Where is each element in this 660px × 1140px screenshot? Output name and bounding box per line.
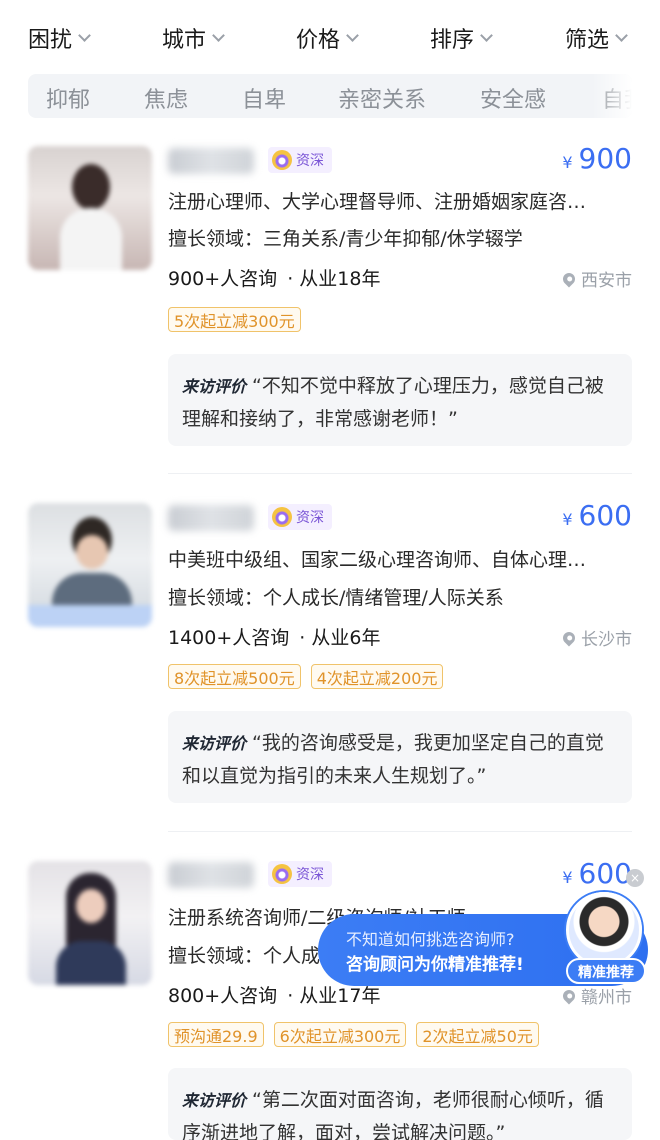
filter-screen[interactable]: 筛选 xyxy=(565,22,628,54)
city-name: 长沙市 xyxy=(581,630,632,650)
price: ¥600 xyxy=(562,499,632,532)
counselor-stats: 900+人咨询 · 从业18年 xyxy=(168,264,380,291)
counselor-stats: 1400+人咨询 · 从业6年 xyxy=(168,623,380,650)
city-name: 西安市 xyxy=(581,271,632,291)
consult-count: 900+人咨询 xyxy=(168,268,278,290)
card-divider xyxy=(168,831,632,832)
crown-badge-icon xyxy=(272,150,292,170)
client-review: 来访评价 “我的咨询感受是，我更加坚定自己的直觉和以直觉为指引的未来人生规划了。” xyxy=(168,711,632,803)
promo-list: 8次起立减500元 4次起立减200元 xyxy=(168,664,444,689)
badge-label: 资深 xyxy=(296,510,324,526)
crown-badge-icon xyxy=(272,864,292,884)
tag-low-self-esteem[interactable]: 自卑 xyxy=(242,82,286,114)
advisor-avatar[interactable] xyxy=(566,892,642,968)
avatar xyxy=(28,503,152,627)
precise-recommend-button[interactable]: 精准推荐 xyxy=(566,958,646,984)
experience-years: · 从业18年 xyxy=(287,268,381,290)
topic-tag-bar[interactable]: 抑郁 焦虑 自卑 亲密关系 安全感 自我 xyxy=(28,74,632,118)
tag-depression[interactable]: 抑郁 xyxy=(46,82,90,114)
promo-tag: 预沟通29.9 xyxy=(168,1022,264,1047)
qualifications: 注册心理师、大学心理督导师、注册婚姻家庭咨… xyxy=(168,191,587,213)
banner-cta: 咨询顾问为你精准推荐! xyxy=(346,955,524,975)
price-value: 900 xyxy=(578,142,632,175)
crown-badge-icon xyxy=(272,507,292,527)
currency-symbol: ¥ xyxy=(562,868,573,887)
promo-tag: 8次起立减500元 xyxy=(168,664,301,689)
card-divider xyxy=(168,473,632,474)
qualifications: 中美班中级组、国家二级心理咨询师、自体心理… xyxy=(168,549,587,571)
chevron-down-icon xyxy=(346,29,359,42)
client-review: 来访评价 “第二次面对面咨询，老师很耐心倾听，循序渐进地了解，面对，尝试解决问题。… xyxy=(168,1068,632,1140)
counselor-name-blurred xyxy=(168,862,254,888)
currency-symbol: ¥ xyxy=(562,153,573,172)
experience-years: · 从业6年 xyxy=(299,627,381,649)
price-value: 600 xyxy=(578,499,632,532)
filter-price[interactable]: 价格 xyxy=(296,22,359,54)
specialty-field: 擅长领域：三角关系/青少年抑郁/休学辍学 xyxy=(168,228,523,250)
price-value: 600 xyxy=(578,857,632,890)
tag-bar-fade xyxy=(592,74,632,118)
promo-tag: 5次起立减300元 xyxy=(168,307,301,332)
tag-intimate-relationship[interactable]: 亲密关系 xyxy=(338,82,426,114)
filter-price-label: 价格 xyxy=(296,28,341,53)
currency-symbol: ¥ xyxy=(562,510,573,529)
filter-trouble-label: 困扰 xyxy=(28,28,73,53)
filter-screen-label: 筛选 xyxy=(565,28,610,53)
client-review: 来访评价 “不知不觉中释放了心理压力，感觉自己被理解和接纳了，非常感谢老师！” xyxy=(168,354,632,446)
chevron-down-icon xyxy=(212,29,225,42)
senior-badge: 资深 xyxy=(268,861,332,887)
location: 长沙市 xyxy=(560,625,632,650)
location-pin-icon xyxy=(560,629,578,646)
promo-tag: 4次起立减200元 xyxy=(310,664,444,689)
banner-question: 不知道如何挑选咨询师? xyxy=(346,930,515,949)
filter-city-label: 城市 xyxy=(162,28,207,53)
close-icon[interactable]: × xyxy=(626,869,644,887)
senior-badge: 资深 xyxy=(268,147,332,173)
filter-city[interactable]: 城市 xyxy=(162,22,225,54)
filter-bar: 困扰 城市 价格 排序 筛选 xyxy=(0,0,660,76)
review-label: 来访评价 xyxy=(182,734,247,753)
filter-sort-label: 排序 xyxy=(430,28,475,53)
promo-list: 5次起立减300元 xyxy=(168,307,301,332)
chevron-down-icon xyxy=(78,29,91,42)
avatar xyxy=(28,146,152,270)
counselor-name-blurred xyxy=(168,505,254,531)
senior-badge: 资深 xyxy=(268,504,332,530)
chevron-down-icon xyxy=(615,29,628,42)
price: ¥900 xyxy=(562,142,632,175)
specialty-field: 擅长领域：个人成长/情绪管理/人际关系 xyxy=(168,587,504,609)
filter-sort[interactable]: 排序 xyxy=(430,22,493,54)
consult-count: 800+人咨询 xyxy=(168,985,278,1007)
location-pin-icon xyxy=(560,987,578,1004)
specialty-field: 擅长领域：个人成长 xyxy=(168,945,340,967)
city-name: 赣州市 xyxy=(581,988,632,1008)
promo-list: 预沟通29.9 6次起立减300元 2次起立减50元 xyxy=(168,1022,539,1047)
tag-anxiety[interactable]: 焦虑 xyxy=(144,82,188,114)
avatar xyxy=(28,861,152,985)
tag-security[interactable]: 安全感 xyxy=(480,82,546,114)
badge-label: 资深 xyxy=(296,153,324,169)
location: 西安市 xyxy=(560,266,632,291)
consult-count: 1400+人咨询 xyxy=(168,627,290,649)
counselor-name-blurred xyxy=(168,148,254,174)
location: 赣州市 xyxy=(560,983,632,1008)
location-pin-icon xyxy=(560,270,578,287)
review-label: 来访评价 xyxy=(182,1091,247,1110)
promo-tag: 6次起立减300元 xyxy=(273,1022,407,1047)
review-label: 来访评价 xyxy=(182,377,247,396)
filter-trouble[interactable]: 困扰 xyxy=(28,22,91,54)
chevron-down-icon xyxy=(480,29,493,42)
badge-label: 资深 xyxy=(296,867,324,883)
promo-tag: 2次起立减50元 xyxy=(416,1022,539,1047)
price: ¥600 xyxy=(562,857,632,890)
